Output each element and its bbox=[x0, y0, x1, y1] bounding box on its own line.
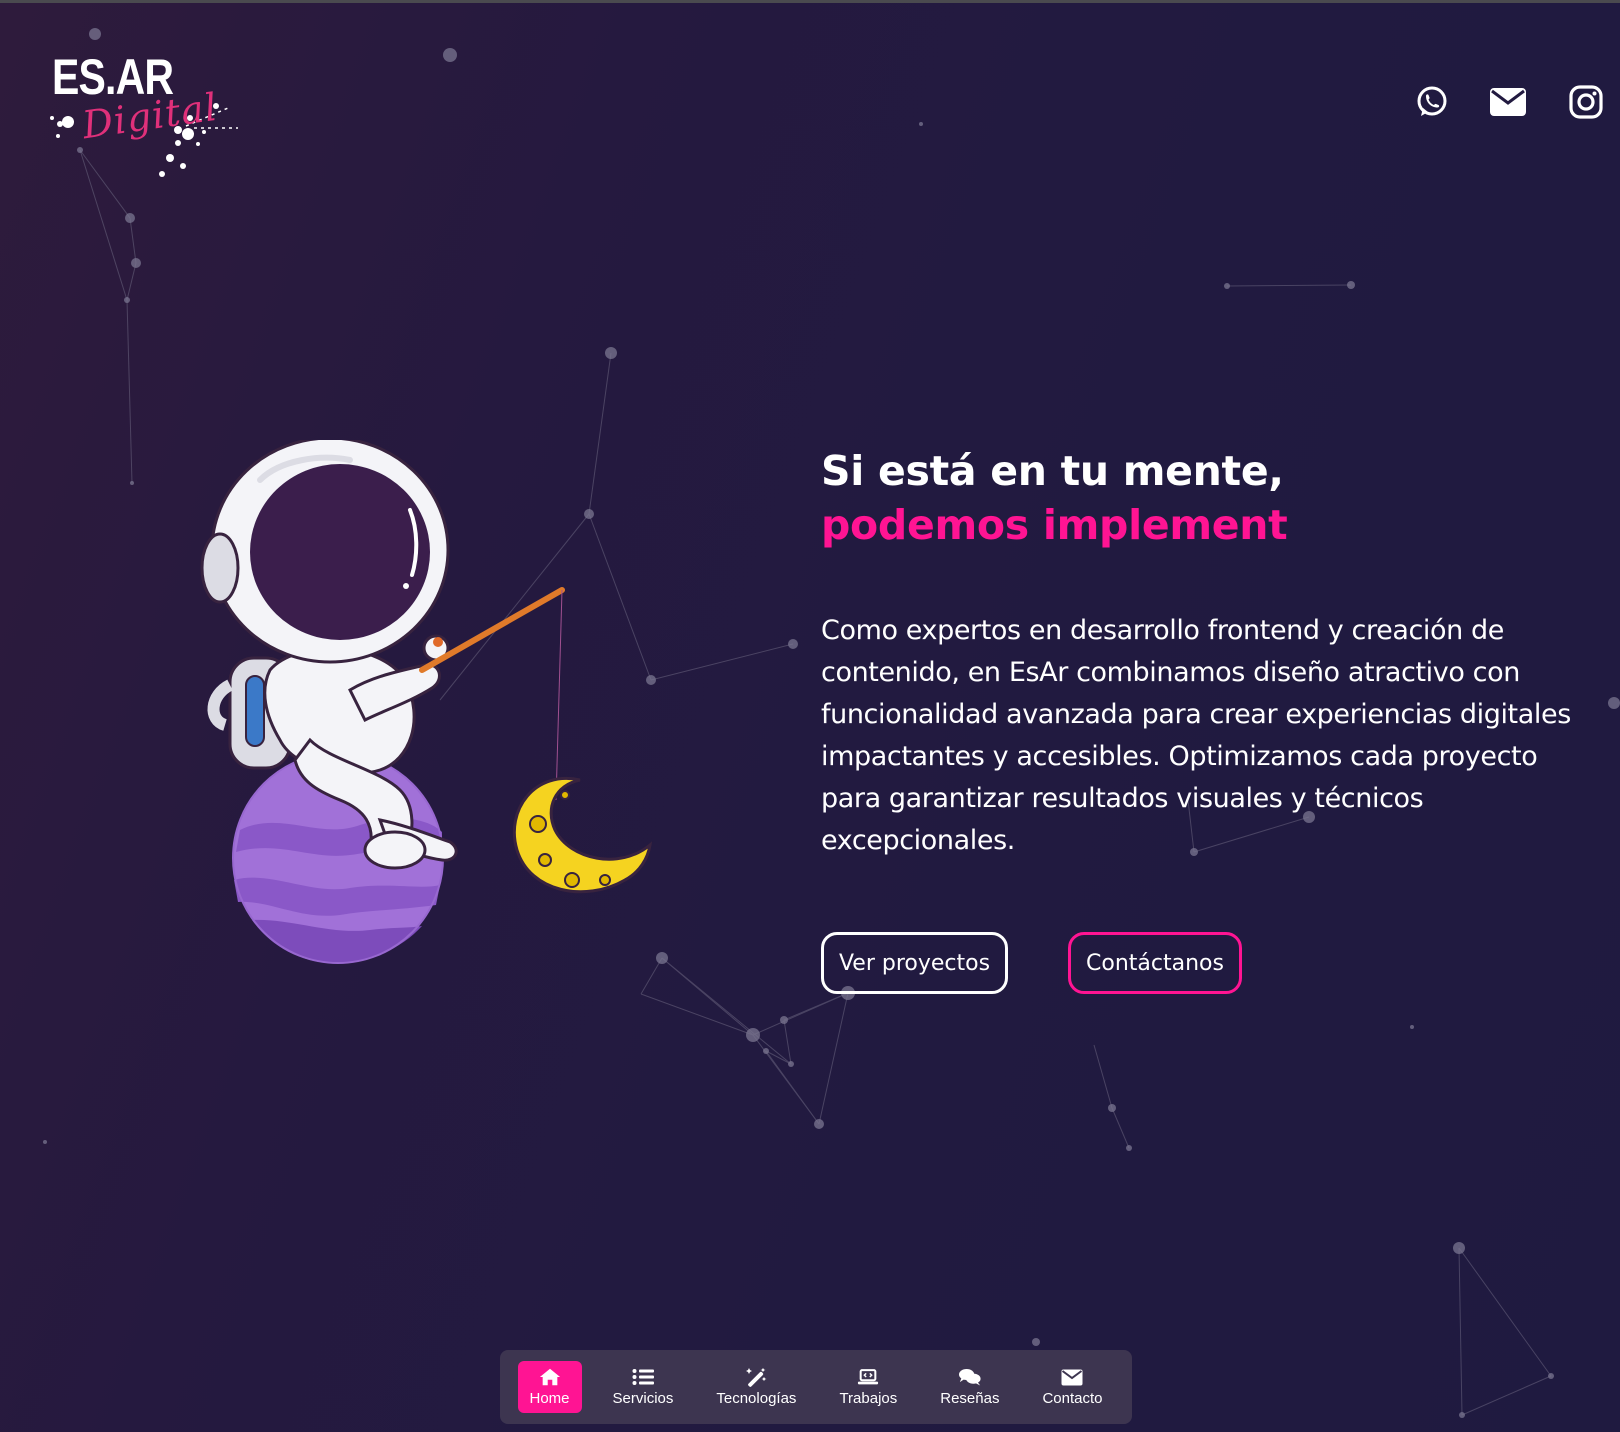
laptop-code-icon bbox=[857, 1367, 879, 1387]
whatsapp-link[interactable] bbox=[1412, 82, 1452, 122]
home-icon bbox=[539, 1367, 561, 1387]
hero-text-block: Si está en tu mente, podemos implement C… bbox=[821, 444, 1581, 889]
nav-item-home[interactable]: Home bbox=[517, 1361, 582, 1413]
email-link[interactable] bbox=[1488, 82, 1528, 122]
hero-headline: Si está en tu mente, bbox=[821, 447, 1284, 495]
nav-label-tecnologias: Tecnologías bbox=[716, 1390, 797, 1407]
nav-label-servicios: Servicios bbox=[612, 1390, 674, 1407]
astronaut-fishing-moon-illustration bbox=[200, 440, 653, 964]
nav-label-home: Home bbox=[529, 1390, 570, 1407]
moon-illustration bbox=[512, 777, 653, 894]
nav-item-servicios[interactable]: Servicios bbox=[601, 1361, 686, 1413]
whatsapp-icon bbox=[1417, 86, 1447, 116]
fishing-rod-illustration bbox=[419, 587, 565, 801]
nav-item-resenas[interactable]: Reseñas bbox=[928, 1361, 1011, 1413]
nav-item-tecnologias[interactable]: Tecnologías bbox=[704, 1361, 808, 1413]
envelope-icon bbox=[1061, 1367, 1083, 1387]
instagram-link[interactable] bbox=[1566, 82, 1606, 122]
instagram-icon bbox=[1569, 85, 1603, 119]
view-projects-button[interactable]: Ver proyectos bbox=[821, 932, 1008, 994]
brand-logo[interactable]: ES.AR Digital bbox=[28, 48, 238, 178]
comments-icon bbox=[958, 1367, 981, 1387]
contact-button[interactable]: Contáctanos bbox=[1068, 932, 1242, 994]
hero-headline-accent: podemos implement bbox=[821, 501, 1288, 549]
nav-item-contacto[interactable]: Contacto bbox=[1030, 1361, 1114, 1413]
hero-description: Como expertos en desarrollo frontend y c… bbox=[821, 615, 1571, 856]
nav-label-trabajos: Trabajos bbox=[839, 1390, 898, 1407]
mail-icon bbox=[1490, 88, 1526, 116]
nav-item-trabajos[interactable]: Trabajos bbox=[827, 1361, 909, 1413]
bottom-navbar: Home Servicios Tecnologías Trabajos Rese… bbox=[500, 1350, 1132, 1424]
nav-label-contacto: Contacto bbox=[1042, 1390, 1103, 1407]
list-icon bbox=[632, 1367, 654, 1387]
magic-wand-icon bbox=[745, 1367, 767, 1387]
nav-label-resenas: Reseñas bbox=[940, 1390, 1000, 1407]
